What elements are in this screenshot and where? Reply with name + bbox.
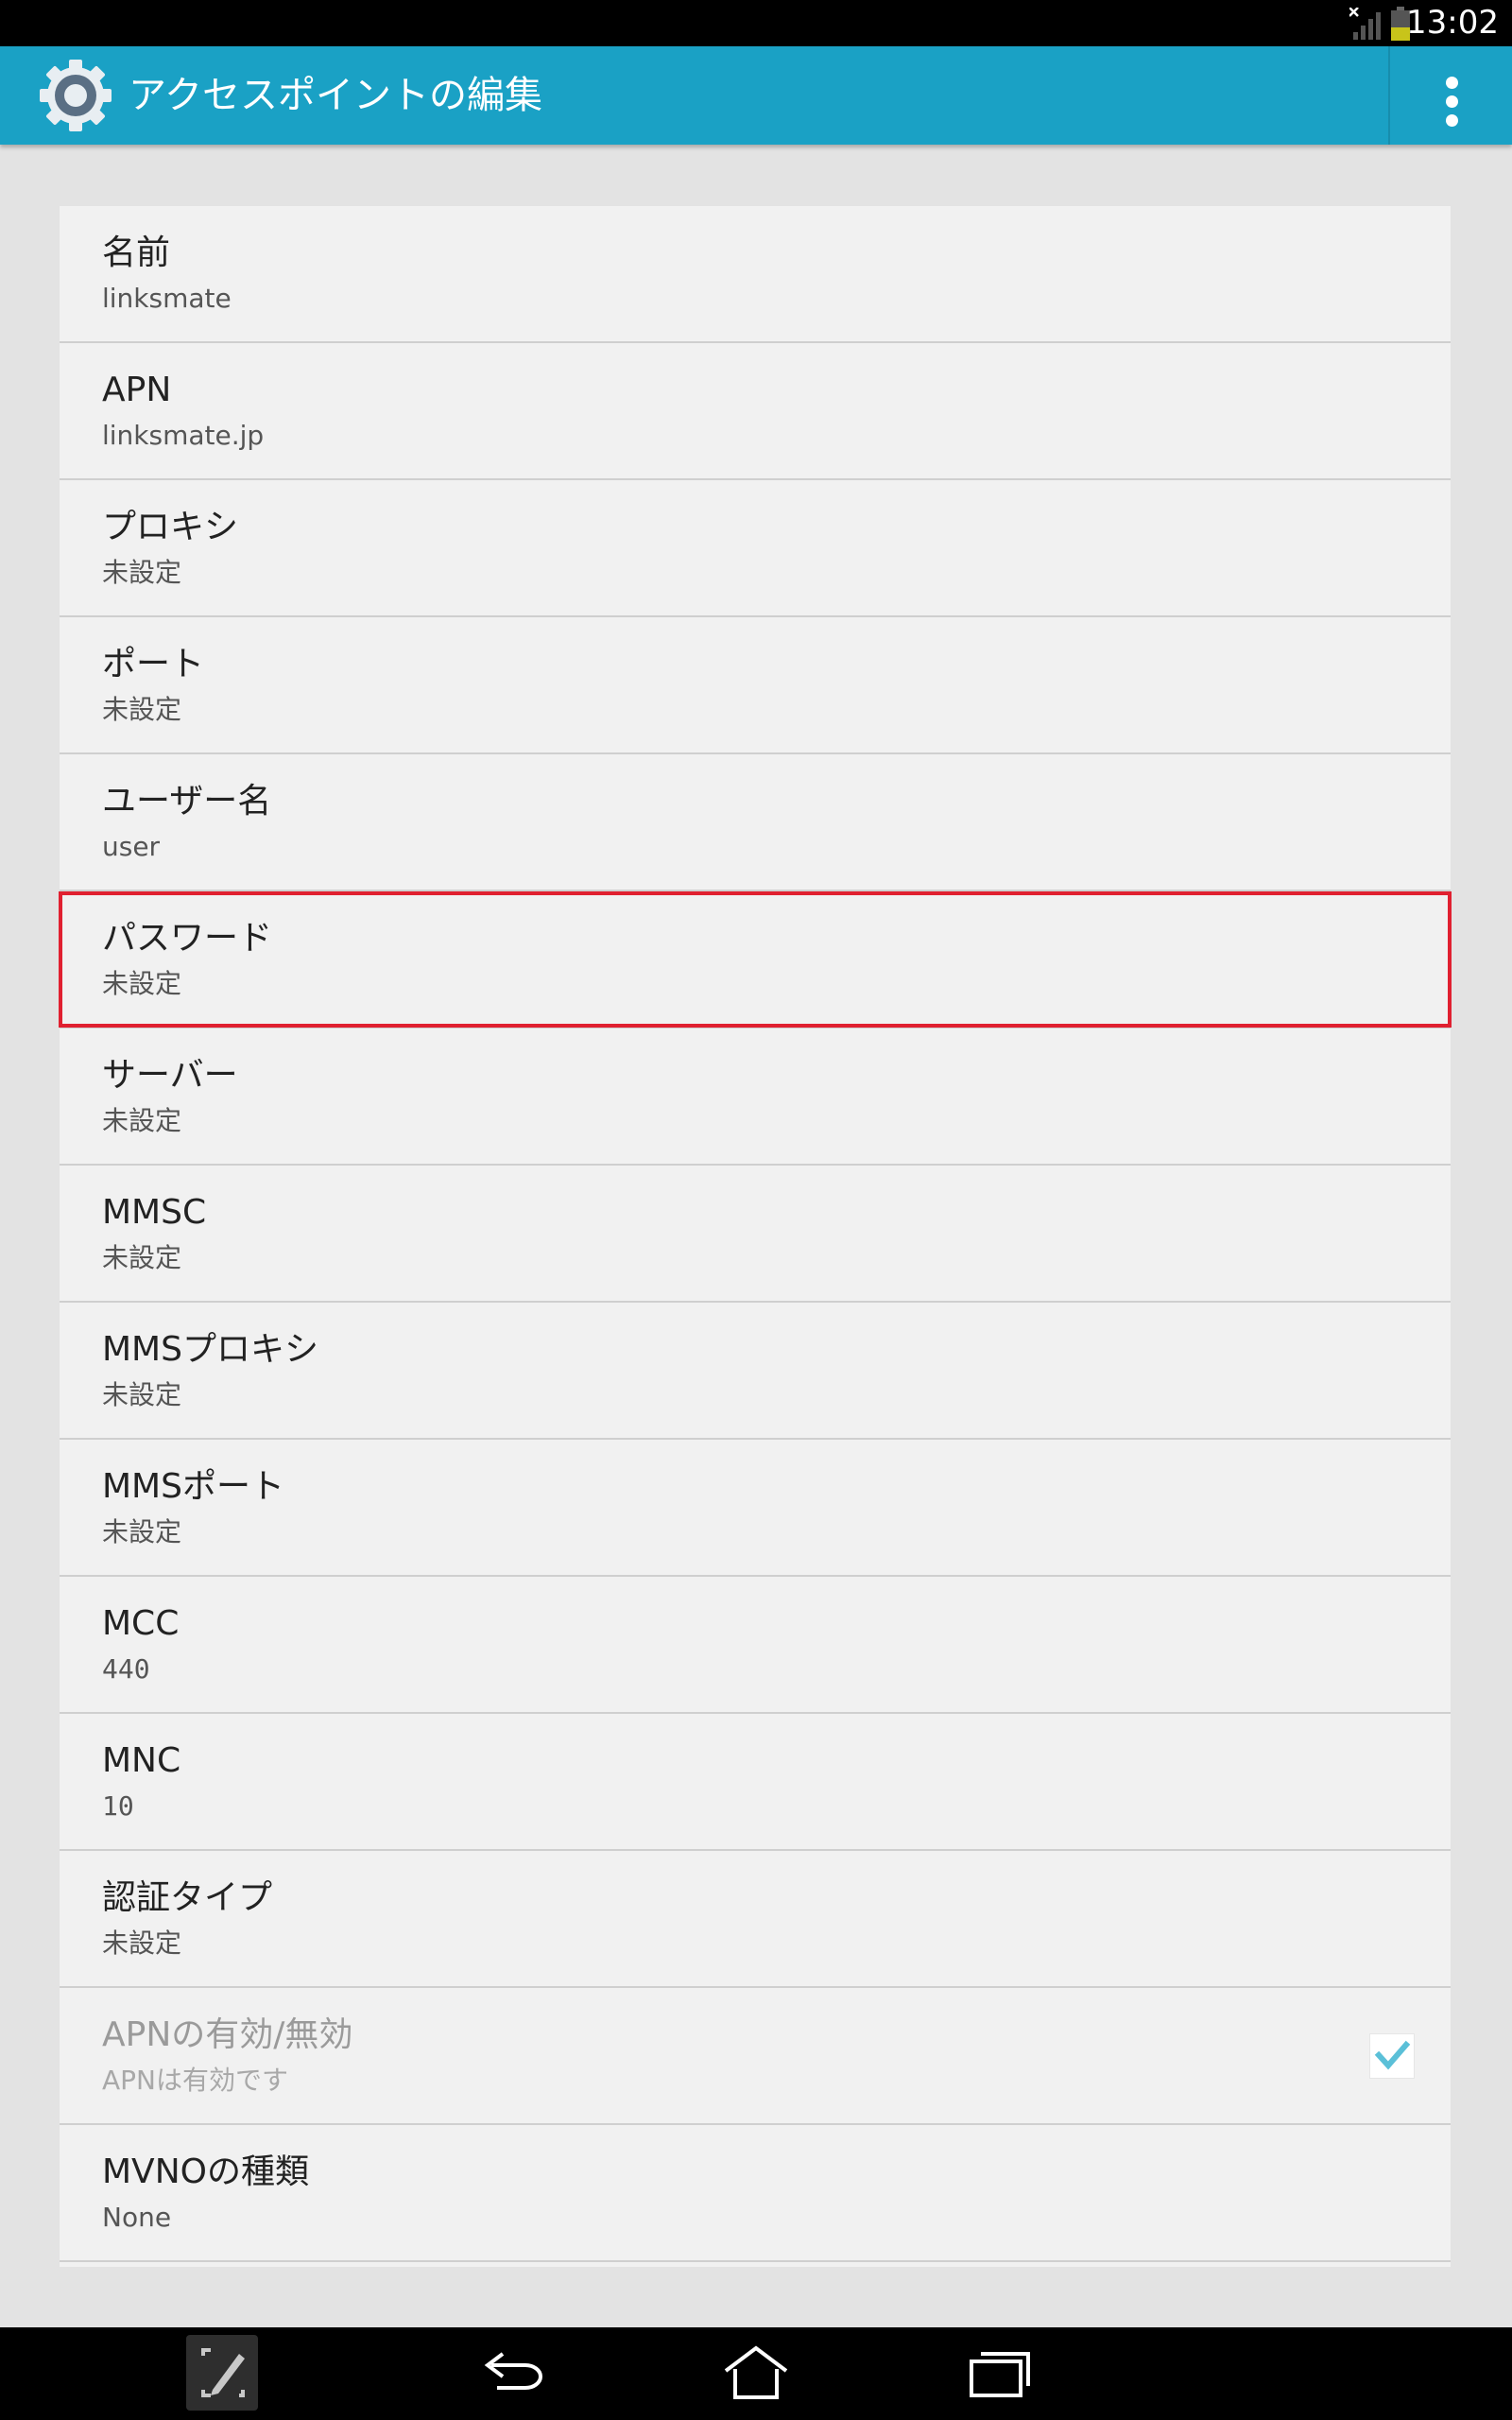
action-bar-divider	[1388, 46, 1390, 145]
overflow-dot	[1446, 77, 1458, 89]
pref-mnc[interactable]: MNC 10	[60, 1714, 1451, 1851]
pref-title: サーバー	[102, 1056, 238, 1095]
pref-summary: 未設定	[102, 1516, 182, 1547]
pref-summary: 未設定	[102, 1379, 182, 1410]
pref-auth-type[interactable]: 認証タイプ 未設定	[60, 1851, 1451, 1988]
pref-summary: linksmate.jp	[102, 420, 265, 451]
pref-title: 名前	[102, 233, 171, 272]
pref-title: MMSプロキシ	[102, 1330, 318, 1369]
pref-title: ユーザー名	[102, 782, 272, 821]
pref-summary: linksmate	[102, 283, 232, 314]
apn-enable-checkbox[interactable]	[1369, 2033, 1415, 2079]
pref-summary: 未設定	[102, 968, 182, 999]
pref-port[interactable]: ポート 未設定	[60, 617, 1451, 754]
pref-name[interactable]: 名前 linksmate	[60, 206, 1451, 343]
pref-mvno-type[interactable]: MVNOの種類 None	[60, 2125, 1451, 2262]
pref-summary: 440	[102, 1653, 150, 1685]
pref-title: MCC	[102, 1604, 180, 1643]
action-bar: アクセスポイントの編集	[0, 46, 1512, 145]
pref-summary: 未設定	[102, 1105, 182, 1136]
pref-mcc[interactable]: MCC 440	[60, 1577, 1451, 1714]
pref-apn[interactable]: APN linksmate.jp	[60, 343, 1451, 480]
back-icon[interactable]	[471, 2327, 550, 2420]
pref-summary: 未設定	[102, 694, 182, 725]
overflow-dot	[1446, 95, 1458, 108]
pref-title: プロキシ	[102, 508, 239, 546]
pref-summary: user	[102, 831, 161, 862]
overflow-dot	[1446, 114, 1458, 127]
page-title: アクセスポイントの編集	[129, 74, 542, 117]
pref-title: APNの有効/無効	[102, 2015, 353, 2054]
pref-apn-enable[interactable]: APNの有効/無効 APNは有効です	[60, 1988, 1451, 2125]
navigation-bar	[0, 2327, 1512, 2420]
pref-title: MMSポート	[102, 1467, 284, 1506]
pref-title: パスワード	[102, 919, 273, 958]
pref-title: ポート	[102, 645, 205, 683]
pref-summary: 未設定	[102, 557, 182, 588]
screen-write-icon[interactable]	[184, 2327, 260, 2420]
pref-server[interactable]: サーバー 未設定	[60, 1028, 1451, 1166]
pref-summary: 10	[102, 1790, 134, 1822]
pref-title: MMSC	[102, 1193, 207, 1232]
pref-mms-port[interactable]: MMSポート 未設定	[60, 1440, 1451, 1577]
recent-apps-icon[interactable]	[958, 2327, 1038, 2420]
apn-settings-list: 名前 linksmate APN linksmate.jp プロキシ 未設定 ポ…	[60, 206, 1451, 2267]
signal-icon	[1349, 8, 1381, 40]
more-vert-icon[interactable]	[1391, 46, 1512, 145]
pref-summary: 未設定	[102, 1242, 182, 1273]
pref-summary: 未設定	[102, 1927, 182, 1959]
pref-summary: APNは有効です	[102, 2065, 288, 2096]
clock: 13:02	[1406, 4, 1499, 42]
pref-title: MVNOの種類	[102, 2152, 309, 2191]
pref-proxy[interactable]: プロキシ 未設定	[60, 480, 1451, 617]
pref-password[interactable]: パスワード 未設定	[60, 891, 1451, 1028]
pref-title: MNC	[102, 1741, 181, 1780]
pref-mmsc[interactable]: MMSC 未設定	[60, 1166, 1451, 1303]
gear-icon[interactable]	[38, 58, 113, 133]
pref-title: APN	[102, 371, 172, 409]
pref-title: 認証タイプ	[102, 1878, 273, 1917]
pref-mms-proxy[interactable]: MMSプロキシ 未設定	[60, 1303, 1451, 1440]
status-bar: 13:02	[0, 0, 1512, 46]
home-icon[interactable]	[716, 2327, 796, 2420]
pref-username[interactable]: ユーザー名 user	[60, 754, 1451, 891]
check-icon	[1374, 2040, 1411, 2070]
pref-summary: None	[102, 2202, 172, 2233]
